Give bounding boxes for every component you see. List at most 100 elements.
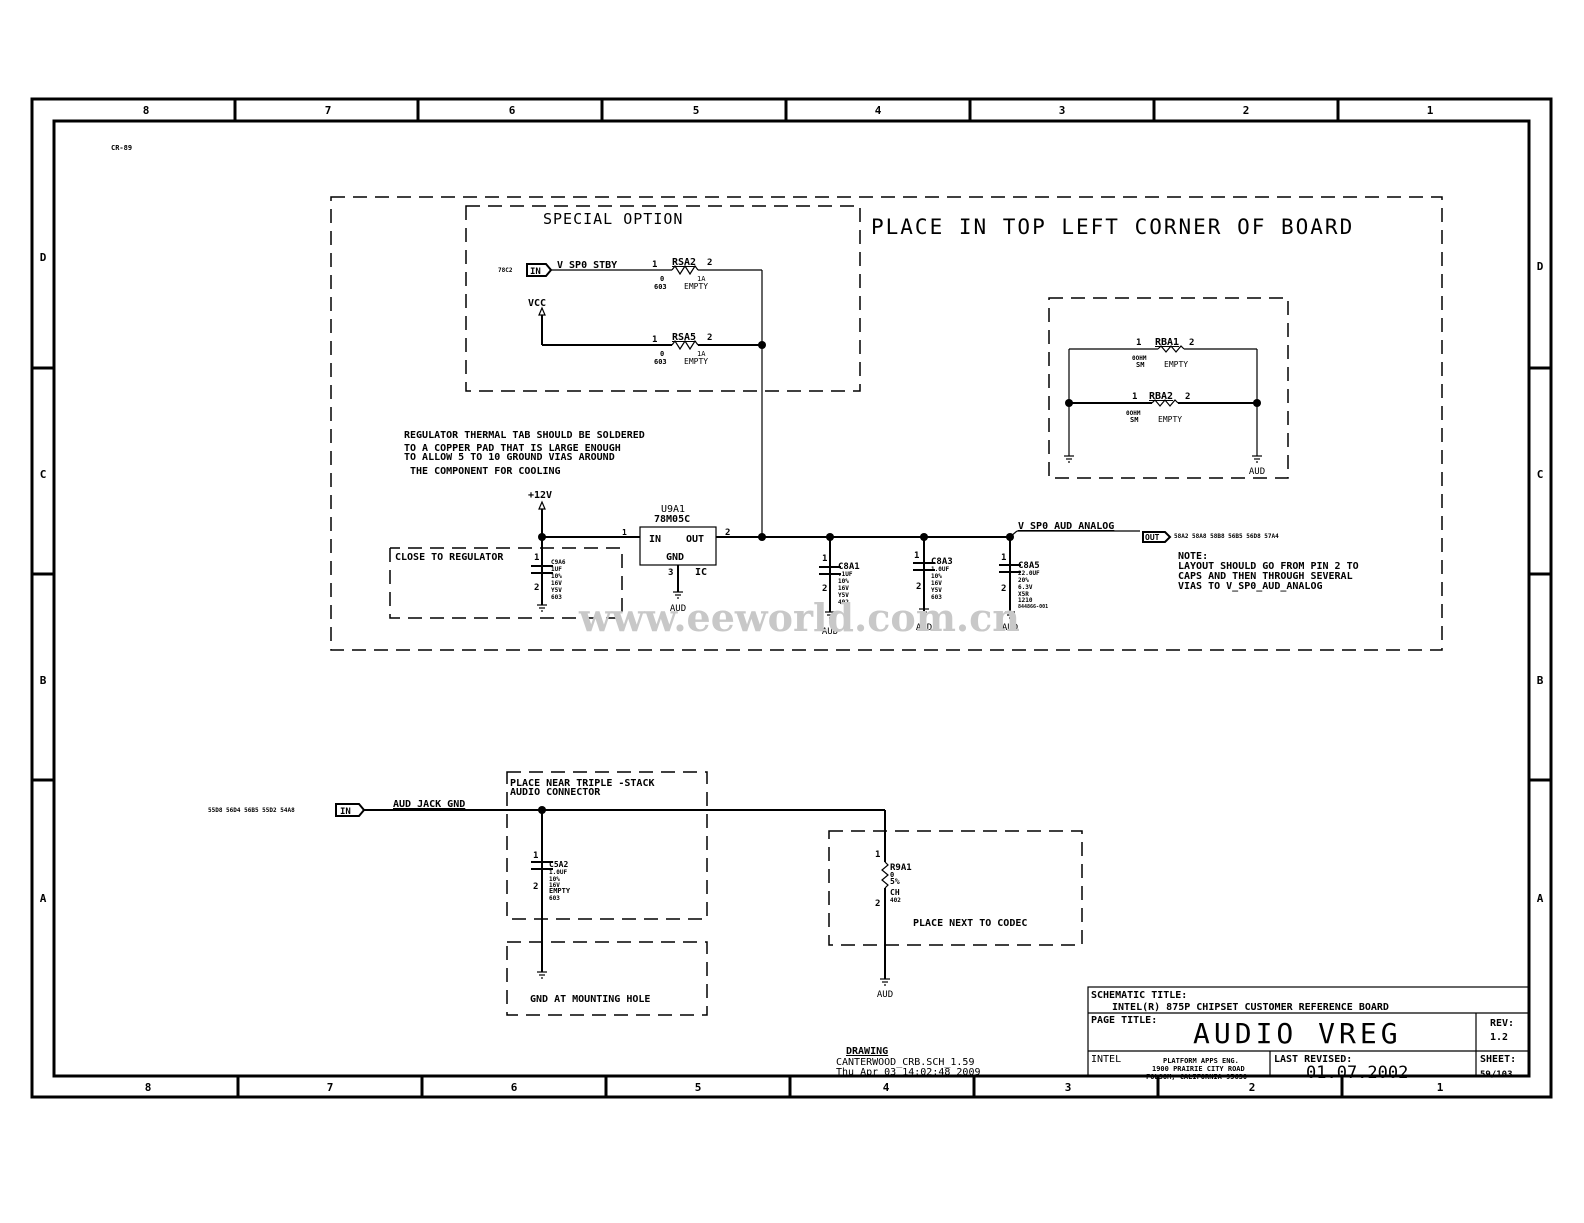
revision: 1.2 <box>1490 1032 1508 1043</box>
sheet-number: 59/103 <box>1480 1070 1513 1080</box>
block-label: GND AT MOUNTING HOLE <box>530 994 650 1005</box>
column-label: 3 <box>1059 104 1066 117</box>
svg-text:2: 2 <box>1189 338 1194 348</box>
svg-text:3: 3 <box>668 568 673 578</box>
capacitor-c8a3: 1 2 C8A3 1.0UF 10% 16V Y5V 603 <box>913 551 953 601</box>
ground-icon <box>1064 455 1074 463</box>
svg-text:CH: CH <box>890 888 900 897</box>
column-label: 4 <box>875 104 882 117</box>
svg-text:16V: 16V <box>838 585 849 592</box>
svg-text:1: 1 <box>652 335 657 345</box>
column-label: 4 <box>883 1081 890 1094</box>
ref-designator: RBA1 <box>1155 337 1179 348</box>
port-label: IN <box>340 807 351 817</box>
ref-designator: C9A6 <box>551 559 566 566</box>
title-block: SCHEMATIC TITLE: INTEL(R) 875P CHIPSET C… <box>1087 986 1530 1083</box>
part-number: 78M05C <box>654 514 690 525</box>
svg-text:0: 0 <box>660 275 664 283</box>
svg-text:603: 603 <box>654 283 667 291</box>
v-sp0-stby-input: 78C2 IN V_SP0_STBY <box>498 260 617 277</box>
svg-text:Y5V: Y5V <box>931 587 942 594</box>
svg-text:10%: 10% <box>838 578 849 585</box>
resistor-rba1: 1 RBA1 2 0OHM SM EMPTY <box>1069 337 1257 369</box>
svg-text:1.0UF: 1.0UF <box>931 566 949 573</box>
svg-text:1: 1 <box>533 851 538 861</box>
row-label: D <box>1537 260 1544 273</box>
svg-text:OUT: OUT <box>686 534 704 545</box>
svg-text:22.0UF: 22.0UF <box>1018 570 1040 577</box>
ref-designator: RBA2 <box>1149 391 1173 402</box>
svg-text:2: 2 <box>707 258 712 268</box>
svg-text:2: 2 <box>916 582 921 592</box>
company: INTEL <box>1091 1054 1121 1065</box>
schematic-sheet: 8 7 6 5 4 3 2 1 8 7 6 5 4 3 2 1 D C B A … <box>30 97 1553 1099</box>
svg-text:1: 1 <box>822 554 827 564</box>
svg-text:TO ALLOW 5 TO 10 GROUND VIAS A: TO ALLOW 5 TO 10 GROUND VIAS AROUND <box>404 452 615 463</box>
power-label: +12V <box>528 490 552 501</box>
svg-text:Y5V: Y5V <box>551 587 562 594</box>
svg-text:1: 1 <box>1001 553 1006 563</box>
vcc-power: VCC <box>528 298 546 316</box>
svg-text:REV:: REV: <box>1490 1018 1514 1029</box>
ref-designator: RSA5 <box>672 332 696 343</box>
row-label: A <box>1537 892 1544 905</box>
regulator-u9a1: U9A1 78M05C IN OUT GND 1 2 3 IC <box>622 504 730 578</box>
column-label: 6 <box>509 104 516 117</box>
row-label: A <box>40 892 47 905</box>
svg-text:2: 2 <box>1001 584 1006 594</box>
svg-text:SM: SM <box>1130 416 1138 424</box>
svg-text:1UF: 1UF <box>551 566 562 573</box>
svg-text:16V: 16V <box>931 580 942 587</box>
layout-note: NOTE: LAYOUT SHOULD GO FROM PIN 2 TO CAP… <box>1178 551 1359 592</box>
svg-text:2: 2 <box>822 584 827 594</box>
svg-text:.1UF: .1UF <box>838 571 853 578</box>
block-label: PLACE NEXT TO CODEC <box>913 918 1027 929</box>
svg-text:SCHEMATIC TITLE:: SCHEMATIC TITLE: <box>1091 990 1187 1001</box>
net-reference: 55D8 56D4 56B5 55D2 54A8 <box>208 807 295 814</box>
net-reference: 78C2 <box>498 267 513 274</box>
svg-text:EMPTY: EMPTY <box>1164 360 1188 369</box>
svg-text:EMPTY: EMPTY <box>684 282 708 291</box>
row-label: C <box>1537 468 1544 481</box>
svg-text:1: 1 <box>652 260 657 270</box>
page-title: AUDIO VREG <box>1193 1017 1402 1050</box>
schematic-title: INTEL(R) 875P CHIPSET CUSTOMER REFERENCE… <box>1112 1002 1389 1013</box>
svg-text:1: 1 <box>534 553 539 563</box>
ground-icon <box>537 971 547 979</box>
svg-text:1: 1 <box>875 850 880 860</box>
svg-text:20%: 20% <box>1018 577 1029 584</box>
svg-text:EMPTY: EMPTY <box>1158 415 1182 424</box>
svg-text:IC: IC <box>695 567 707 578</box>
svg-text:EMPTY: EMPTY <box>549 887 571 895</box>
svg-text:PAGE TITLE:: PAGE TITLE: <box>1091 1015 1157 1026</box>
column-label: 8 <box>145 1081 152 1094</box>
svg-text:1900 PRAIRIE CITY ROAD: 1900 PRAIRIE CITY ROAD <box>1152 1065 1245 1073</box>
column-label: 7 <box>325 104 332 117</box>
row-label: D <box>40 251 47 264</box>
column-label: 2 <box>1249 1081 1256 1094</box>
junction-dot <box>538 533 546 541</box>
column-label: 5 <box>695 1081 702 1094</box>
row-label: B <box>40 674 47 687</box>
svg-text:AUDIO CONNECTOR: AUDIO CONNECTOR <box>510 787 601 798</box>
net-label: AUD_JACK_GND <box>393 799 465 810</box>
column-label: 8 <box>143 104 150 117</box>
junction-dot <box>758 341 766 349</box>
svg-text:844866-001: 844866-001 <box>1018 604 1048 610</box>
svg-text:5%: 5% <box>890 877 900 886</box>
svg-text:1.0UF: 1.0UF <box>549 869 567 876</box>
svg-text:2: 2 <box>1185 392 1190 402</box>
drawing-info: DRAWING CANTERWOOD_CRB.SCH_1.59 Thu Apr … <box>836 1046 981 1078</box>
svg-text:DRAWING: DRAWING <box>846 1046 888 1057</box>
svg-text:EMPTY: EMPTY <box>684 357 708 366</box>
v-sp0-aud-analog-output: OUT 58A2 58A8 58B8 56B5 56D8 57A4 <box>1142 531 1279 543</box>
svg-text:16V: 16V <box>551 580 562 587</box>
block-label: CLOSE TO REGULATOR <box>395 552 504 563</box>
svg-text:REGULATOR THERMAL TAB SHOULD B: REGULATOR THERMAL TAB SHOULD BE SOLDERED <box>404 430 645 441</box>
column-label: 7 <box>327 1081 334 1094</box>
plus12v-power: +12V <box>528 490 552 510</box>
thermal-note: REGULATOR THERMAL TAB SHOULD BE SOLDERED… <box>404 430 645 477</box>
column-label: 2 <box>1243 104 1250 117</box>
svg-text:1: 1 <box>1132 392 1137 402</box>
column-label: 6 <box>511 1081 518 1094</box>
